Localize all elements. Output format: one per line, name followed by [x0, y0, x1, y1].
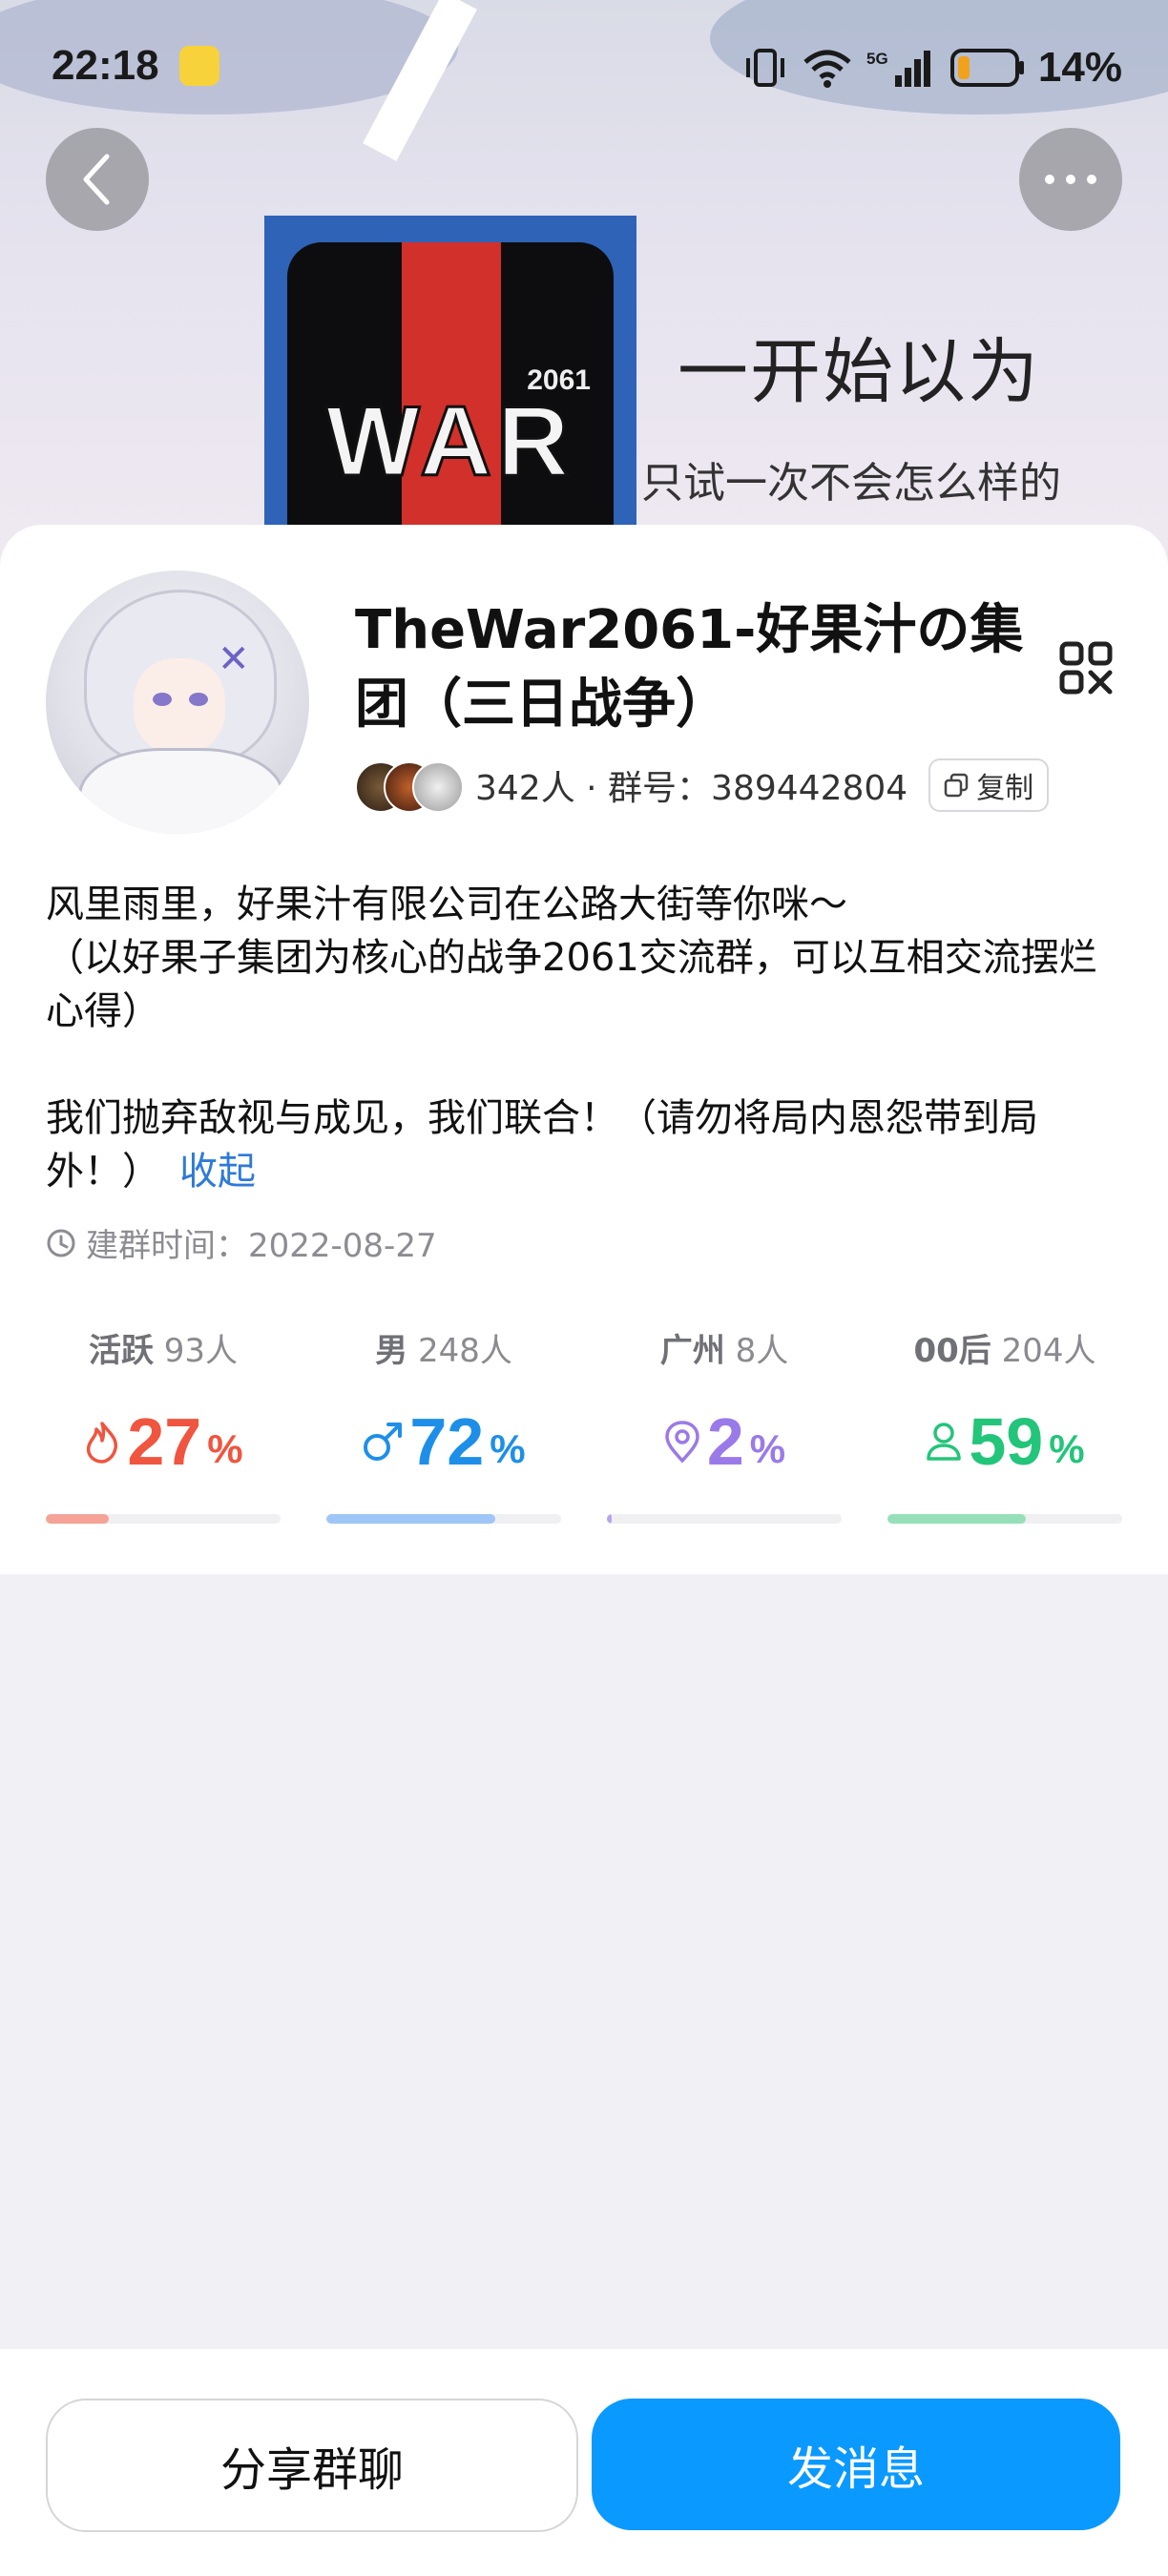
- more-button[interactable]: [1019, 128, 1122, 231]
- member-avatars[interactable]: [355, 758, 469, 813]
- vibrate-icon: [745, 49, 784, 87]
- member-count-and-group-number: 342人 · 群号：389442804: [475, 769, 908, 808]
- stat-progress-fill: [46, 1514, 110, 1524]
- stat-count: 248人: [417, 1332, 512, 1370]
- stat-count: 8人: [735, 1332, 789, 1370]
- description-line: （以好果子集团为核心的战争2061交流群，可以互相交流摆烂心得）: [46, 936, 1097, 1033]
- svg-text:5G: 5G: [866, 50, 888, 68]
- stat-count: 93人: [163, 1332, 239, 1370]
- back-button[interactable]: [46, 128, 149, 231]
- cover-caption-line2: 只试一次不会怎么样的: [641, 459, 1061, 508]
- stat-label: 男: [375, 1332, 408, 1370]
- group-description: 风里雨里，好果汁有限公司在公路大街等你咪～ （以好果子集团为核心的战争2061交…: [46, 878, 1124, 1198]
- stat-percent: 27 %: [46, 1403, 281, 1480]
- stat-value: 72: [409, 1404, 485, 1479]
- clock-icon: [47, 1229, 75, 1257]
- app-notification-icon: [179, 46, 219, 86]
- collapse-link[interactable]: 收起: [179, 1150, 256, 1194]
- stat-age[interactable]: 00后 204人 59 %: [887, 1324, 1122, 1524]
- cover-caption-line1: 一开始以为: [678, 331, 1040, 413]
- stat-progress-fill: [607, 1514, 612, 1524]
- stat-unit: %: [1049, 1426, 1085, 1471]
- more-icon: [1045, 175, 1096, 184]
- stat-label: 活跃: [88, 1332, 154, 1370]
- stat-label: 广州: [659, 1332, 725, 1370]
- stat-value: 27: [127, 1404, 202, 1479]
- group-avatar[interactable]: ✕: [46, 571, 309, 834]
- stat-progress-track: [887, 1514, 1122, 1524]
- stat-unit: %: [749, 1426, 786, 1471]
- game-logo: 2061 WAR: [264, 216, 636, 572]
- copy-group-number-button[interactable]: 复制: [928, 758, 1050, 812]
- stat-percent: 72 %: [326, 1403, 561, 1480]
- group-stats: 活跃 93人 27 % 男 248人 72 % 广州 8人 2 % 00后 20…: [46, 1324, 1122, 1524]
- stat-count: 204人: [1001, 1332, 1096, 1370]
- created-date: 建群时间：2022-08-27: [46, 1219, 437, 1266]
- stat-progress-fill: [887, 1514, 1027, 1524]
- wifi-icon: [803, 50, 851, 88]
- male-icon: [364, 1423, 403, 1461]
- share-group-button[interactable]: 分享群聊: [46, 2399, 578, 2532]
- chevron-left-icon: [83, 154, 110, 205]
- stat-male[interactable]: 男 248人 72 %: [326, 1324, 561, 1524]
- member-avatar: [412, 761, 464, 813]
- send-message-button[interactable]: 发消息: [592, 2399, 1120, 2530]
- stat-percent: 2 %: [607, 1403, 842, 1480]
- stat-percent: 59 %: [887, 1403, 1122, 1480]
- stat-location[interactable]: 广州 8人 2 %: [607, 1324, 842, 1524]
- stat-value: 59: [969, 1404, 1044, 1479]
- qr-code-icon[interactable]: [1059, 641, 1113, 695]
- location-icon: [665, 1421, 699, 1464]
- flame-icon: [87, 1422, 118, 1464]
- stat-unit: %: [490, 1426, 526, 1471]
- person-icon: [927, 1423, 962, 1461]
- stat-unit: %: [207, 1426, 243, 1471]
- stat-active[interactable]: 活跃 93人 27 %: [46, 1324, 281, 1524]
- status-bar: 22:18 5G 14%: [0, 38, 1168, 95]
- copy-label: 复制: [976, 772, 1034, 805]
- copy-icon: [944, 773, 969, 798]
- stat-label: 00后: [913, 1332, 991, 1370]
- description-line: 风里雨里，好果汁有限公司在公路大街等你咪～: [46, 883, 847, 926]
- stat-progress-track: [46, 1514, 281, 1524]
- stat-progress-track: [326, 1514, 561, 1524]
- created-label: 建群时间：2022-08-27: [86, 1227, 437, 1265]
- stat-value: 2: [706, 1404, 744, 1479]
- battery-icon: [949, 49, 1024, 87]
- stat-progress-fill: [326, 1514, 496, 1524]
- status-time: 22:18: [52, 42, 159, 89]
- battery-percent: 14%: [1037, 44, 1122, 91]
- bottom-action-bar: 分享群聊 发消息: [0, 2349, 1168, 2576]
- signal-5g-icon: 5G: [866, 50, 930, 87]
- stat-progress-track: [607, 1514, 842, 1524]
- group-title: TheWar2061-好果汁の集团（三日战争）: [355, 599, 1024, 736]
- logo-text: WAR: [324, 385, 575, 499]
- group-info-card: ✕ TheWar2061-好果汁の集团（三日战争） 342人 · 群号：3894…: [0, 525, 1168, 1574]
- group-meta: 342人 · 群号：389442804 复制: [355, 757, 1050, 814]
